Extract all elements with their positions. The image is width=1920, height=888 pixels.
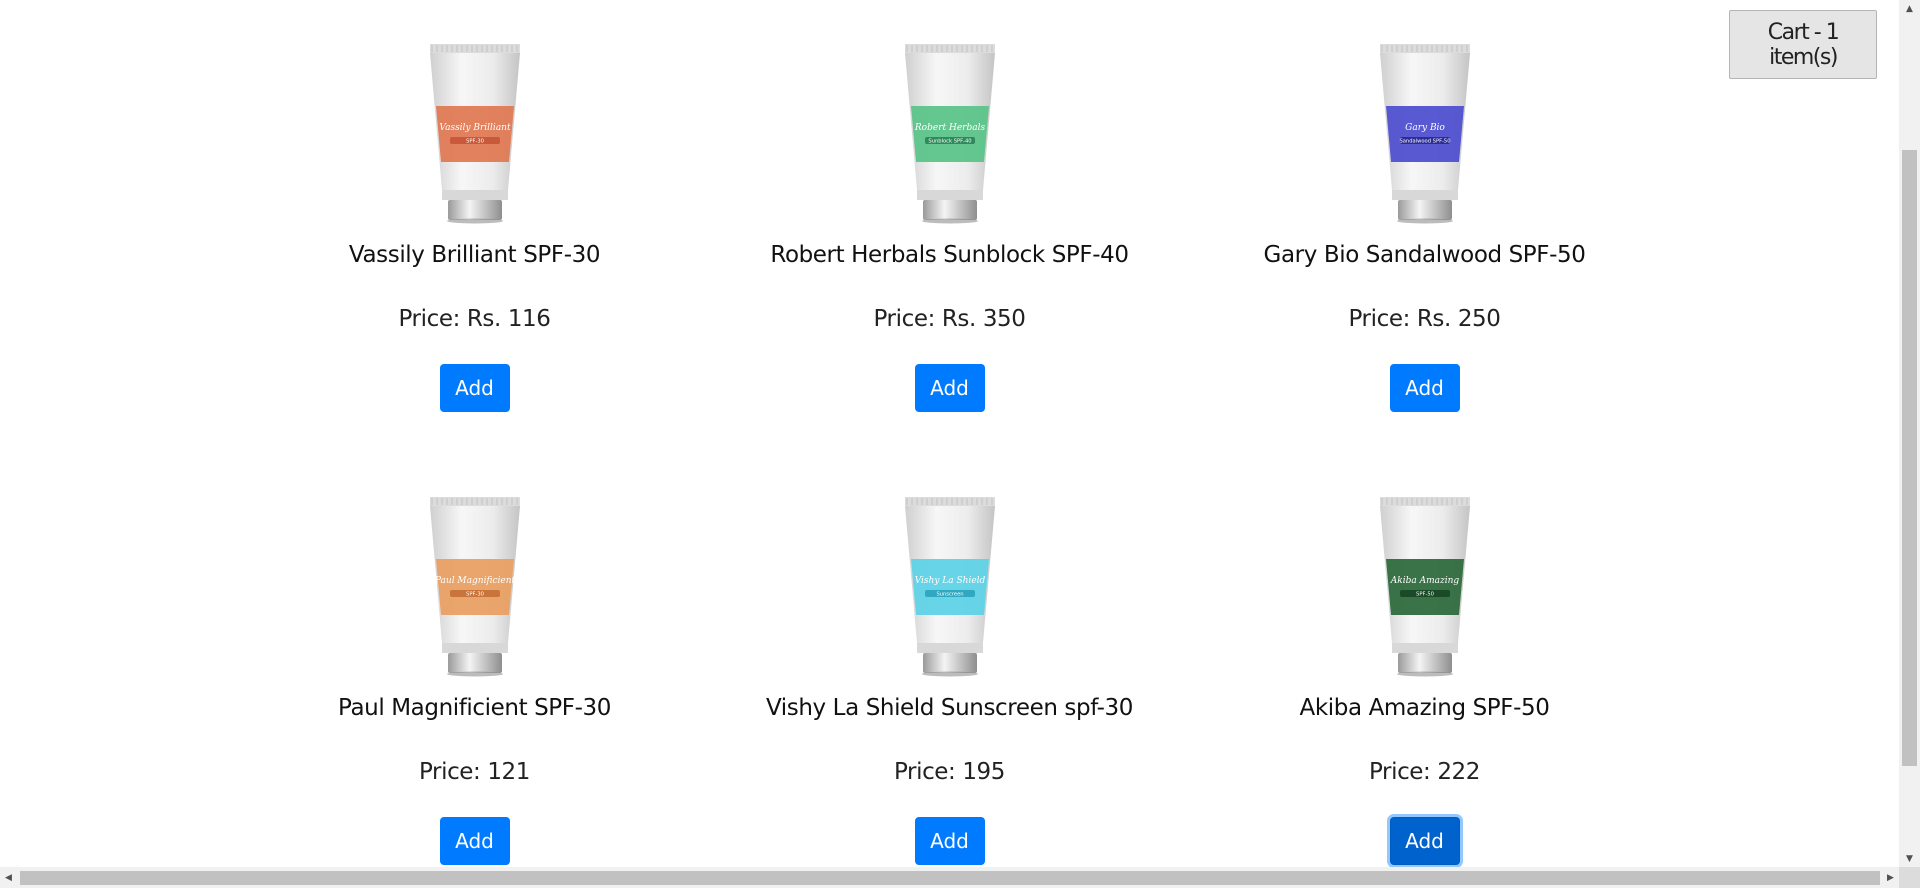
product-price: Price: 121: [418, 759, 531, 785]
vertical-scrollbar-thumb[interactable]: [1902, 150, 1917, 766]
scroll-up-arrow-icon[interactable]: ▲: [1899, 0, 1920, 17]
svg-text:Sandalwood SPF-50: Sandalwood SPF-50: [1399, 139, 1450, 145]
product-price: Price: Rs. 250: [1348, 306, 1501, 332]
sunscreen-tube-image: Akiba Amazing SPF-50: [1379, 497, 1470, 677]
product-price: Price: 222: [1368, 759, 1481, 785]
svg-text:Akiba Amazing: Akiba Amazing: [1389, 576, 1459, 586]
svg-text:Vassily Brilliant: Vassily Brilliant: [439, 123, 511, 133]
product-name: Gary Bio Sandalwood SPF-50: [1263, 242, 1586, 268]
scroll-right-arrow-icon[interactable]: ▶: [1882, 867, 1899, 888]
sunscreen-tube-image: Vassily Brilliant SPF-30: [429, 44, 520, 224]
add-to-cart-button[interactable]: Add: [914, 364, 985, 412]
product-name: Vassily Brilliant SPF-30: [348, 242, 601, 268]
scroll-down-arrow-icon[interactable]: ▼: [1899, 850, 1920, 867]
sunscreen-tube-image: Paul Magnificient SPF-30: [429, 497, 520, 677]
product-price: Price: Rs. 350: [873, 306, 1026, 332]
sunscreen-tube-image: Vishy La Shield Sunscreen: [904, 497, 995, 677]
add-to-cart-button[interactable]: Add: [1389, 364, 1460, 412]
cart-button[interactable]: Cart - 1 item(s): [1729, 10, 1877, 79]
svg-text:Vishy La Shield: Vishy La Shield: [914, 576, 985, 586]
scroll-left-arrow-icon[interactable]: ◀: [0, 867, 17, 888]
product-name: Akiba Amazing SPF-50: [1299, 695, 1550, 721]
product-name: Robert Herbals Sunblock SPF-40: [770, 242, 1129, 268]
svg-text:Robert Herbals: Robert Herbals: [913, 123, 985, 133]
product-price: Price: 195: [893, 759, 1006, 785]
viewport: Cart - 1 item(s) Vassily Brilliant SPF-30…: [0, 0, 1899, 867]
svg-text:Gary Bio: Gary Bio: [1405, 123, 1445, 133]
product-name: Paul Magnificient SPF-30: [338, 695, 611, 721]
horizontal-scrollbar-thumb[interactable]: [20, 871, 1880, 885]
add-to-cart-button[interactable]: Add: [914, 817, 985, 865]
scrollbar-corner: [1899, 867, 1920, 888]
svg-text:Paul Magnificient: Paul Magnificient: [433, 576, 515, 586]
horizontal-scrollbar[interactable]: ◀ ▶: [0, 867, 1899, 888]
product-price: Price: Rs. 116: [398, 306, 551, 332]
svg-text:SPF-30: SPF-30: [466, 139, 484, 145]
svg-text:Sunscreen: Sunscreen: [936, 592, 963, 598]
add-to-cart-button[interactable]: Add: [439, 817, 510, 865]
svg-text:Sunblock SPF-40: Sunblock SPF-40: [928, 139, 971, 145]
sunscreen-tube-image: Robert Herbals Sunblock SPF-40: [904, 44, 995, 224]
add-to-cart-button[interactable]: Add: [439, 364, 510, 412]
svg-text:SPF-50: SPF-50: [1416, 592, 1434, 598]
vertical-scrollbar[interactable]: ▲ ▼: [1899, 0, 1920, 867]
add-to-cart-button[interactable]: Add: [1389, 817, 1460, 865]
svg-text:SPF-30: SPF-30: [466, 592, 484, 598]
sunscreen-tube-image: Gary Bio Sandalwood SPF-50: [1379, 44, 1470, 224]
product-name: Vishy La Shield Sunscreen spf-30: [765, 695, 1134, 721]
